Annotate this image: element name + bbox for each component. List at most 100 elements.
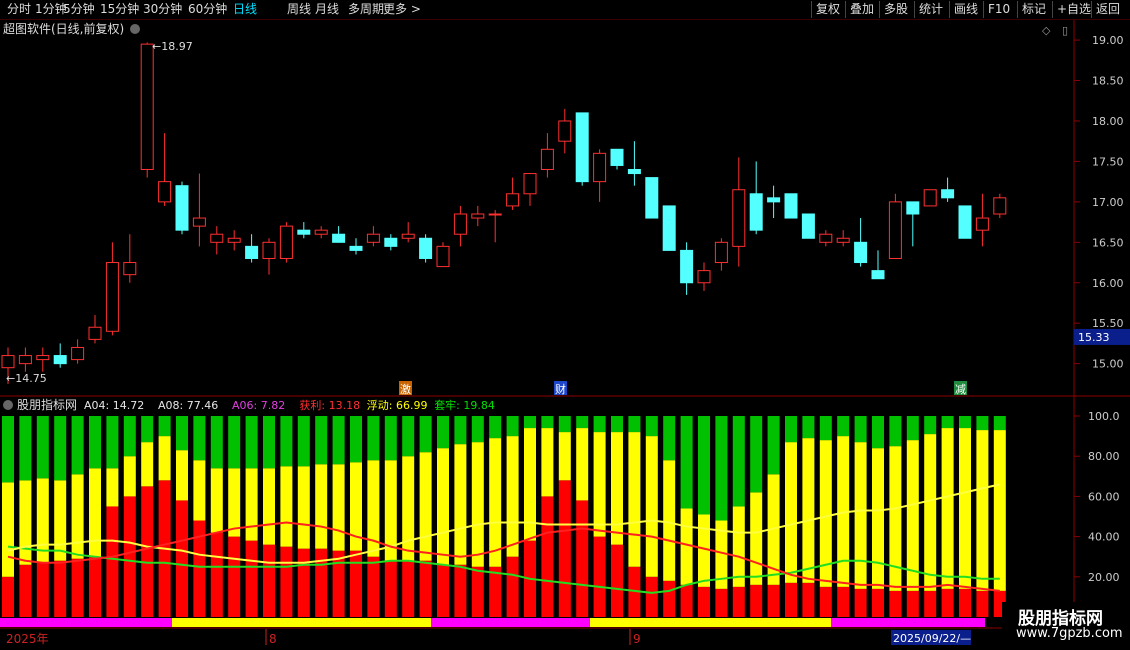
trapped-bar-39 [680,416,693,509]
profit-bar-40 [698,586,710,617]
trapped-bar-6 [106,416,119,469]
toolbar-button-1[interactable]: 叠加 [845,1,874,18]
candle-29 [506,177,520,210]
float-bar-37 [645,436,658,577]
profit-bar-17 [297,548,310,617]
trapped-bar-17 [297,416,310,467]
profit-bar-48 [837,586,850,617]
candle-35 [610,148,624,170]
indicator-tick-label: 20.00 [1088,571,1120,584]
profit-bar-34 [593,536,606,617]
trapped-bar-18 [315,416,328,465]
indicator-header: 股朋指标网 A04: 14.72 A08: 77.46 A06: 7.82 获利: 13… [3,397,495,412]
period-tab-3[interactable]: 15分钟 [100,1,139,18]
trapped-bar-21 [367,416,380,461]
event-marker-2: 减 [955,383,966,396]
cursor-date: 2025/09/22/— [893,632,971,645]
candle-body [610,148,624,166]
period-tab-8[interactable]: 月线 [315,1,339,18]
toolbar-button-3[interactable]: 统计 [914,1,943,18]
trapped-bar-12 [210,416,223,469]
price-tick-label: 15.50 [1092,317,1124,330]
float-bar-45 [785,442,797,583]
period-tab-6[interactable]: 日线 [233,1,257,18]
profit-bar-3 [54,560,67,617]
float-bar-50 [872,448,884,589]
toolbar-button-5[interactable]: F10 [983,1,1010,18]
period-tab-7[interactable]: 周线 [287,1,311,18]
candle-body [1,355,15,369]
candle-12 [210,226,224,255]
period-tab-2[interactable]: 5分钟 [63,1,95,18]
candle-52 [906,201,920,247]
profit-bar-14 [245,540,258,617]
candle-body [192,217,206,227]
candle-body [71,346,85,361]
profit-bar-25 [437,564,449,617]
candle-body [523,173,537,195]
indicator-value-4: 浮动: 66.99 [367,399,428,412]
period-tab-9[interactable]: 多周期 [348,1,384,18]
candle-body [471,213,485,219]
candle-body [262,241,276,259]
toolbar-button-4[interactable]: 画线 [949,1,978,18]
period-tab-10[interactable]: 更多 > [383,1,421,18]
candle-26 [453,205,467,247]
candle-body [923,189,937,207]
price-tick-label: 16.00 [1092,277,1124,290]
candle-body [36,355,50,361]
profit-bar-28 [489,566,502,617]
signal-strip-4 [831,618,985,627]
profit-bar-26 [454,564,467,617]
period-tab-0[interactable]: 分时 [7,1,31,18]
trapped-bar-4 [71,416,84,475]
profit-bar-10 [176,500,188,617]
toolbar-button-8[interactable]: 返回 [1091,1,1120,18]
float-bar-32 [558,432,571,481]
candle-55 [958,205,972,239]
toolbar-button-2[interactable]: 多股 [879,1,908,18]
candle-body [488,213,502,216]
trapped-bar-13 [228,416,241,469]
period-tab-1[interactable]: 1分钟 [35,1,67,18]
trapped-bar-49 [854,416,867,443]
profit-bar-50 [872,588,884,617]
candle-body [941,189,955,199]
candle-13 [227,230,241,251]
period-tab-4[interactable]: 30分钟 [143,1,182,18]
candle-body [784,193,798,219]
toolbar-button-7[interactable]: +自选 [1052,1,1091,18]
trapped-bar-9 [158,416,171,437]
float-bar-49 [854,442,867,589]
trapped-bar-43 [750,416,763,493]
candle-14 [245,234,259,263]
trapped-bar-52 [906,416,919,441]
toolbar-button-6[interactable]: 标记 [1017,1,1046,18]
toolbar-button-0[interactable]: 复权 [811,1,840,18]
candle-27 [471,205,485,227]
period-tab-5[interactable]: 60分钟 [188,1,227,18]
float-bar-13 [228,468,241,537]
date-axis: 2025年 8 9 2025/09/22/— [0,618,985,646]
profit-bar-1 [19,564,32,617]
float-bar-57 [993,430,1006,591]
candle-body [749,193,763,231]
profit-bar-16 [280,546,293,617]
trapped-bar-16 [280,416,293,467]
candle-5 [88,315,102,344]
float-bar-28 [489,438,502,567]
profit-bar-12 [210,532,223,617]
candle-body [871,270,885,280]
candle-body [506,193,520,207]
candle-17 [297,222,311,239]
profit-bar-38 [663,580,676,617]
candle-body [819,233,833,243]
trapped-bar-50 [872,416,884,449]
profit-bar-32 [558,480,571,617]
candle-body [297,229,311,235]
float-bar-33 [576,428,589,501]
price-tick-label: 17.00 [1092,196,1124,209]
profit-bar-4 [71,558,84,617]
profit-bar-31 [541,496,554,617]
signal-strip-3 [590,618,831,627]
